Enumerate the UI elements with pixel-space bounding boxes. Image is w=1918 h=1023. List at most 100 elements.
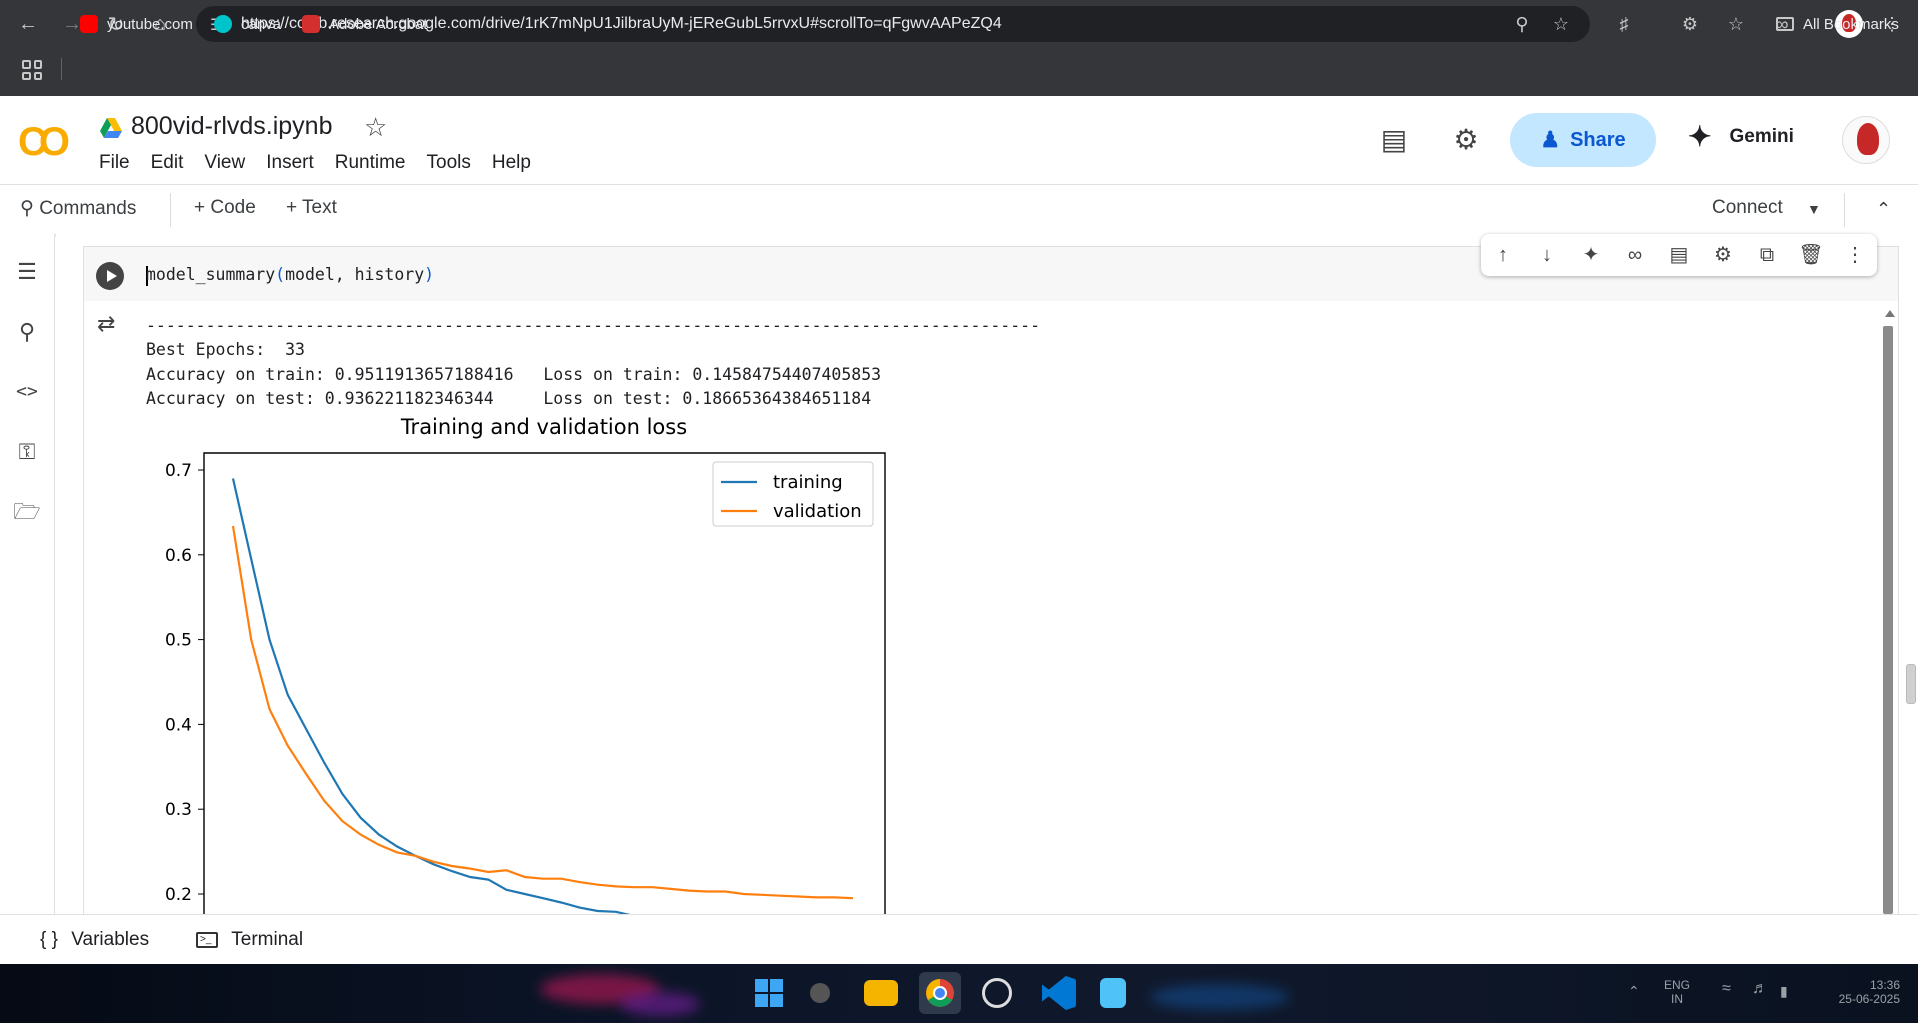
move-up-icon[interactable]: ↑ bbox=[1489, 241, 1517, 269]
braces-icon: { } bbox=[40, 929, 58, 950]
toolbar-divider bbox=[170, 193, 171, 227]
canva-icon bbox=[214, 15, 232, 33]
code-line[interactable]: model_summary(model, history) bbox=[146, 265, 434, 286]
menu-help[interactable]: Help bbox=[492, 152, 531, 174]
menu-tools[interactable]: Tools bbox=[427, 152, 471, 174]
commands-button[interactable]: ⚲ Commands bbox=[20, 197, 136, 220]
file-explorer-icon[interactable] bbox=[864, 980, 898, 1006]
files-folder-icon[interactable]: 🗁 bbox=[12, 497, 42, 527]
y-tick-label: 0.7 bbox=[165, 461, 192, 481]
plus-icon: + bbox=[194, 197, 206, 218]
scroll-up-arrow-icon[interactable] bbox=[1885, 310, 1895, 317]
add-code-label: Code bbox=[210, 197, 256, 218]
notebook-toolbar: ⚲ Commands + Code + Text Connect ▼ ⌃ bbox=[0, 184, 1918, 234]
zoom-icon[interactable]: ⚲ bbox=[1511, 14, 1533, 36]
connect-dropdown-icon[interactable]: ▼ bbox=[1807, 201, 1821, 217]
connect-button[interactable]: Connect bbox=[1712, 197, 1783, 219]
code-snippets-icon[interactable]: <> bbox=[12, 377, 42, 407]
terminal-button[interactable]: >_ Terminal bbox=[196, 929, 303, 951]
incognito-icon[interactable]: ⚙ bbox=[1676, 10, 1704, 38]
all-bookmarks-label: All Bookmarks bbox=[1803, 15, 1899, 33]
toolbar-divider bbox=[1844, 193, 1845, 227]
clock-date: 25-06-2025 bbox=[1838, 992, 1900, 1006]
gemini-button[interactable]: ✦ Gemini bbox=[1688, 120, 1794, 153]
find-replace-icon[interactable]: ⚲ bbox=[12, 317, 42, 347]
bookmark-youtube[interactable]: youtube.com bbox=[80, 12, 193, 36]
collapse-header-icon[interactable]: ⌃ bbox=[1876, 199, 1891, 220]
menu-view[interactable]: View bbox=[204, 152, 245, 174]
search-taskbar-icon[interactable] bbox=[810, 983, 830, 1003]
cell-settings-gear-icon[interactable]: ⚙ bbox=[1709, 241, 1737, 269]
colab-logo[interactable]: CO bbox=[18, 120, 70, 165]
menu-edit[interactable]: Edit bbox=[151, 152, 184, 174]
more-options-icon[interactable]: ⋮ bbox=[1841, 241, 1869, 269]
notepad-icon[interactable] bbox=[1100, 978, 1126, 1008]
bookmark-label: youtube.com bbox=[107, 15, 193, 33]
chrome-taskbar-icon[interactable] bbox=[919, 972, 961, 1014]
wallpaper-splash bbox=[1150, 984, 1290, 1010]
bookmark-adobe-acrobat[interactable]: Adobe Acrobat bbox=[302, 12, 427, 36]
menu-runtime[interactable]: Runtime bbox=[335, 152, 406, 174]
output-line: ----------------------------------------… bbox=[146, 316, 1041, 335]
chatgpt-icon[interactable] bbox=[982, 978, 1012, 1008]
output-actions-icon[interactable]: ⇄ bbox=[97, 311, 129, 337]
menu-file[interactable]: File bbox=[99, 152, 130, 174]
volume-icon[interactable]: ♬ bbox=[1752, 981, 1768, 997]
comment-icon[interactable]: ▤ bbox=[1665, 241, 1693, 269]
page-scroll-thumb[interactable] bbox=[1906, 664, 1916, 704]
folder-icon bbox=[1776, 17, 1794, 31]
left-sidebar: ☰ ⚲ <> ⚿ 🗁 bbox=[0, 234, 55, 914]
google-drive-icon[interactable] bbox=[100, 118, 122, 138]
mirror-cell-icon[interactable]: ⧉ bbox=[1753, 241, 1781, 269]
y-tick-label: 0.3 bbox=[165, 800, 192, 820]
code-function: model_summary bbox=[146, 265, 276, 284]
variables-button[interactable]: { } Variables bbox=[40, 929, 149, 951]
clock-time: 13:36 bbox=[1869, 978, 1900, 992]
language-indicator[interactable]: ENG IN bbox=[1664, 978, 1690, 1006]
y-tick-label: 0.2 bbox=[165, 885, 192, 905]
user-avatar[interactable] bbox=[1842, 116, 1890, 164]
windows-start-icon[interactable] bbox=[752, 976, 786, 1010]
move-down-icon[interactable]: ↓ bbox=[1533, 241, 1561, 269]
run-cell-button[interactable] bbox=[96, 262, 124, 290]
show-hidden-icons-icon[interactable]: ⌃ bbox=[1628, 984, 1640, 998]
extensions-icon[interactable]: ♯ bbox=[1610, 10, 1638, 38]
bookmark-star-icon[interactable]: ☆ bbox=[1550, 14, 1572, 36]
bookmark-canva[interactable]: canva bbox=[214, 12, 281, 36]
legend-label: training bbox=[773, 472, 843, 493]
commands-label: Commands bbox=[39, 198, 137, 219]
notebook-title[interactable]: 800vid-rlvds.ipynb bbox=[131, 112, 333, 141]
clock[interactable]: 13:36 25-06-2025 bbox=[1816, 978, 1900, 1006]
terminal-icon: >_ bbox=[196, 931, 218, 948]
acrobat-icon bbox=[302, 15, 320, 33]
secrets-key-icon[interactable]: ⚿ bbox=[12, 437, 42, 467]
output-line: Accuracy on test: 0.936221182346344 Loss… bbox=[146, 388, 872, 408]
share-button[interactable]: ♟ Share bbox=[1510, 113, 1656, 167]
wifi-icon[interactable]: ≈ bbox=[1722, 981, 1731, 997]
all-bookmarks[interactable]: All Bookmarks bbox=[1776, 12, 1899, 36]
table-of-contents-icon[interactable]: ☰ bbox=[12, 257, 42, 287]
comments-icon[interactable]: ▤ bbox=[1376, 122, 1412, 158]
legend-label: validation bbox=[773, 501, 862, 522]
windows-taskbar: ⌃ ENG IN ≈ ♬ ▮ 13:36 25-06-2025 bbox=[0, 964, 1918, 1023]
code-args: model, history bbox=[285, 265, 425, 284]
apps-grid-icon[interactable] bbox=[22, 60, 42, 80]
battery-icon[interactable]: ▮ bbox=[1780, 984, 1788, 998]
language-code: ENG bbox=[1664, 978, 1691, 992]
add-text-button[interactable]: + Text bbox=[286, 197, 337, 219]
bookmark-separator bbox=[61, 58, 62, 80]
menu-insert[interactable]: Insert bbox=[266, 152, 314, 174]
search-icon: ⚲ bbox=[20, 198, 34, 219]
link-icon[interactable]: ∞ bbox=[1621, 241, 1649, 269]
vscode-icon[interactable] bbox=[1042, 976, 1076, 1010]
back-arrow-icon[interactable]: ← bbox=[12, 8, 44, 40]
favorites-icon[interactable]: ☆ bbox=[1722, 10, 1750, 38]
output-scroll-thumb[interactable] bbox=[1883, 326, 1893, 914]
loss-chart: Training and validation loss 0.7 0.6 0.5 0.4… bbox=[165, 415, 886, 914]
gemini-spark-icon[interactable]: ✦ bbox=[1577, 241, 1605, 269]
add-code-button[interactable]: + Code bbox=[194, 197, 256, 219]
delete-trash-icon[interactable]: 🗑 bbox=[1797, 241, 1825, 269]
star-icon[interactable]: ☆ bbox=[364, 112, 387, 143]
variables-label: Variables bbox=[71, 929, 150, 950]
settings-gear-icon[interactable]: ⚙ bbox=[1448, 122, 1484, 158]
